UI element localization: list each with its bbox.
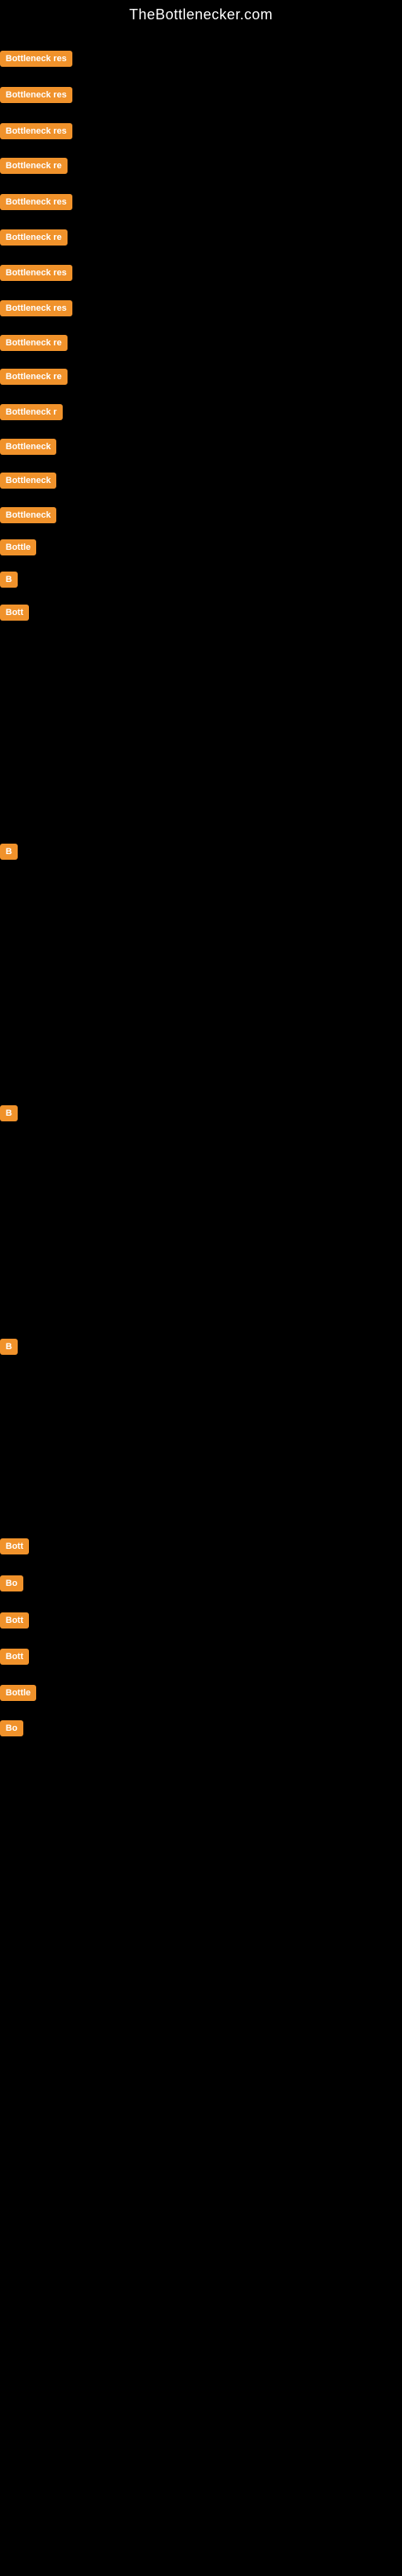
bottleneck-button-17[interactable]: Bott [0,605,29,621]
bottleneck-button-23[interactable]: Bott [0,1612,29,1629]
bottleneck-button-2[interactable]: Bottleneck res [0,87,72,103]
bottleneck-button-3[interactable]: Bottleneck res [0,123,72,139]
bottleneck-button-12[interactable]: Bottleneck [0,439,56,455]
bottleneck-button-20[interactable]: B [0,1339,18,1355]
bottleneck-button-6[interactable]: Bottleneck re [0,229,68,246]
bottleneck-button-26[interactable]: Bo [0,1720,23,1736]
bottleneck-button-22[interactable]: Bo [0,1575,23,1591]
bottleneck-button-7[interactable]: Bottleneck res [0,265,72,281]
bottleneck-button-24[interactable]: Bott [0,1649,29,1665]
bottleneck-button-21[interactable]: Bott [0,1538,29,1554]
bottleneck-button-4[interactable]: Bottleneck re [0,158,68,174]
site-title: TheBottlenecker.com [0,0,402,27]
bottleneck-button-18[interactable]: B [0,844,18,860]
bottleneck-button-9[interactable]: Bottleneck re [0,335,68,351]
bottleneck-button-15[interactable]: Bottle [0,539,36,555]
bottleneck-button-13[interactable]: Bottleneck [0,473,56,489]
bottleneck-button-16[interactable]: B [0,572,18,588]
bottleneck-button-19[interactable]: B [0,1105,18,1121]
bottleneck-button-10[interactable]: Bottleneck re [0,369,68,385]
bottleneck-button-11[interactable]: Bottleneck r [0,404,63,420]
bottleneck-button-1[interactable]: Bottleneck res [0,51,72,67]
bottleneck-button-5[interactable]: Bottleneck res [0,194,72,210]
bottleneck-button-14[interactable]: Bottleneck [0,507,56,523]
bottleneck-button-8[interactable]: Bottleneck res [0,300,72,316]
bottleneck-button-25[interactable]: Bottle [0,1685,36,1701]
